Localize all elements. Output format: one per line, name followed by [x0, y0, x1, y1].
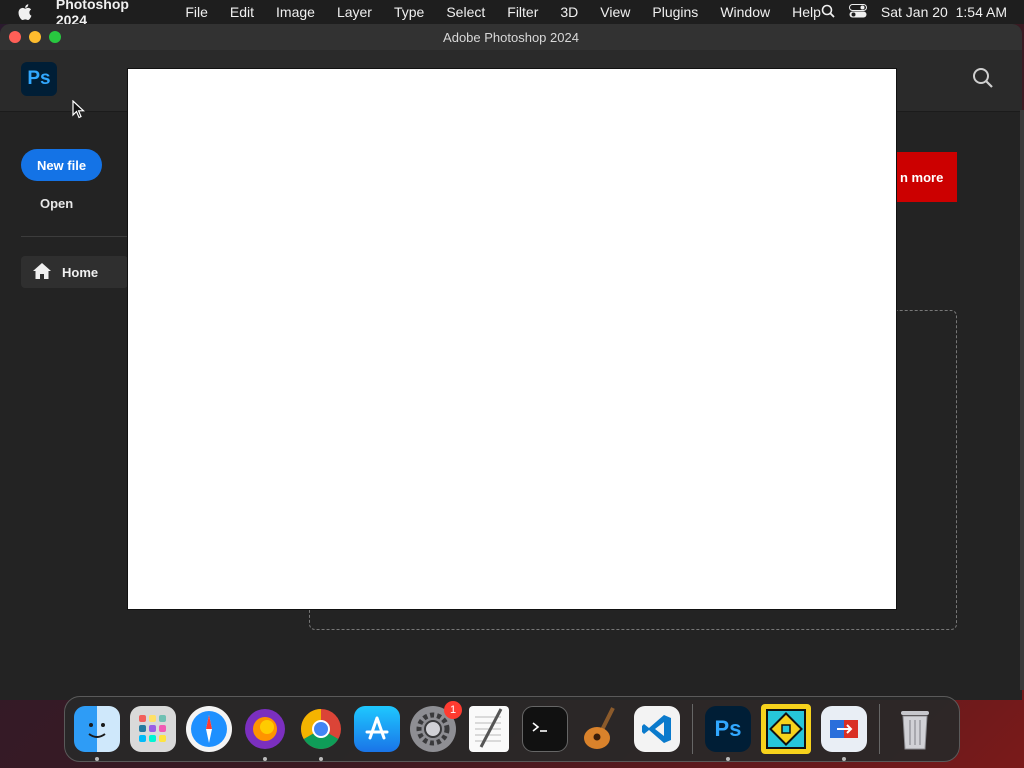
textedit-icon[interactable]: [469, 706, 509, 752]
blank-dialog-panel: [127, 68, 897, 610]
control-center-icon[interactable]: [848, 3, 867, 21]
menubar-status-area: Sat Jan 20 1:54 AM: [821, 3, 1007, 21]
sidebar-divider: [21, 236, 128, 237]
running-indicator: [319, 757, 323, 761]
sidebar-item-home[interactable]: Home: [21, 256, 128, 288]
window-titlebar[interactable]: Adobe Photoshop 2024: [0, 24, 1022, 50]
chrome-icon[interactable]: [298, 706, 344, 761]
learn-more-button[interactable]: n more: [896, 152, 957, 202]
close-window-button[interactable]: [9, 31, 21, 43]
system-settings-icon[interactable]: 1: [410, 701, 462, 752]
menubar: Photoshop 2024 File Edit Image Layer Typ…: [0, 0, 1024, 28]
scrollbar-track[interactable]: [1020, 110, 1024, 690]
search-icon[interactable]: [972, 67, 994, 94]
menu-image[interactable]: Image: [276, 4, 315, 20]
home-icon: [33, 262, 51, 282]
geometry-dash-icon[interactable]: [761, 704, 811, 754]
dock-separator: [879, 704, 880, 754]
macos-dock: 1 Ps: [64, 696, 960, 762]
firefox-icon[interactable]: [242, 706, 288, 761]
apple-menu-icon[interactable]: [18, 4, 40, 20]
home-sidebar: New file Open Home: [0, 112, 128, 700]
menu-3d[interactable]: 3D: [560, 4, 578, 20]
menu-plugins[interactable]: Plugins: [652, 4, 698, 20]
running-indicator: [726, 757, 730, 761]
menu-view[interactable]: View: [600, 4, 630, 20]
garageband-icon[interactable]: [578, 706, 624, 752]
menu-window[interactable]: Window: [720, 4, 770, 20]
notification-badge: 1: [444, 701, 462, 719]
vscode-icon[interactable]: [634, 706, 680, 752]
app-store-icon[interactable]: [354, 706, 400, 752]
dock-separator: [692, 704, 693, 754]
new-file-button[interactable]: New file: [21, 149, 102, 181]
menubar-clock[interactable]: Sat Jan 20 1:54 AM: [881, 4, 1007, 20]
menu-type[interactable]: Type: [394, 4, 424, 20]
photoshop-window: Adobe Photoshop 2024 Ps New file Open Ho…: [0, 24, 1022, 700]
photoshop-icon[interactable]: Ps: [705, 706, 751, 761]
finder-icon[interactable]: [74, 706, 120, 761]
menu-layer[interactable]: Layer: [337, 4, 372, 20]
open-button[interactable]: Open: [40, 196, 73, 211]
photoshop-logo[interactable]: Ps: [21, 62, 57, 96]
window-title: Adobe Photoshop 2024: [443, 29, 579, 45]
running-indicator: [95, 757, 99, 761]
running-indicator: [842, 757, 846, 761]
menu-filter[interactable]: Filter: [507, 4, 538, 20]
terminal-icon[interactable]: [522, 706, 568, 752]
spotlight-search-icon[interactable]: [821, 4, 835, 21]
sidebar-item-home-label: Home: [62, 264, 99, 280]
migration-icon[interactable]: [821, 706, 867, 761]
menu-edit[interactable]: Edit: [230, 4, 254, 20]
safari-icon[interactable]: [186, 706, 232, 752]
launchpad-icon[interactable]: [130, 706, 176, 752]
minimize-window-button[interactable]: [29, 31, 41, 43]
running-indicator: [263, 757, 267, 761]
menu-help[interactable]: Help: [792, 4, 821, 20]
trash-icon[interactable]: [892, 706, 938, 752]
menu-file[interactable]: File: [185, 4, 208, 20]
window-controls: [9, 31, 61, 43]
menu-select[interactable]: Select: [446, 4, 485, 20]
mouse-cursor-icon: [72, 99, 86, 124]
maximize-window-button[interactable]: [49, 31, 61, 43]
